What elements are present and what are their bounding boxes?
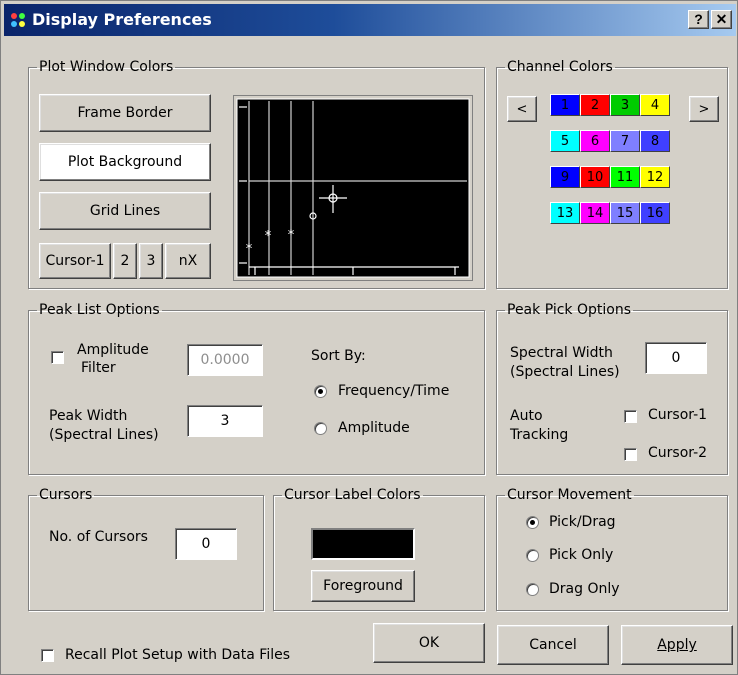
pick-drag-label: Pick/Drag [549,514,616,530]
channel-color-swatch-1[interactable]: 1 [550,94,580,116]
cursors-legend: Cursors [39,487,93,503]
plot-window-colors-legend: Plot Window Colors [39,59,174,75]
channel-color-swatch-2[interactable]: 2 [580,94,610,116]
frame-border-button[interactable]: Frame Border [39,94,211,132]
spectral-width-input[interactable]: 0 [645,342,707,374]
spectral-width-label-2: (Spectral Lines) [510,364,620,380]
plot-preview: * * * [233,95,473,281]
ok-button[interactable]: OK [373,623,485,663]
channel-colors-legend: Channel Colors [507,59,613,75]
grid-lines-button[interactable]: Grid Lines [39,192,211,230]
channel-prev-button[interactable]: < [507,96,537,122]
pick-drag-radio[interactable] [526,516,539,529]
auto-tracking-cursor1-checkbox[interactable] [624,410,637,423]
sort-amplitude-radio[interactable] [314,422,327,435]
cursor-label-color-swatch [311,528,415,560]
channel-color-swatch-15[interactable]: 15 [610,202,640,224]
close-button[interactable]: ✕ [711,10,732,29]
svg-text:*: * [288,228,295,243]
cursor-2-color-button[interactable]: 2 [113,243,137,279]
recall-plot-setup-label: Recall Plot Setup with Data Files [65,647,291,663]
cancel-button[interactable]: Cancel [497,625,609,665]
pick-only-label: Pick Only [549,547,614,563]
cursor-count-label: No. of Cursors [49,529,148,545]
amplitude-filter-label-2: Filter [81,360,116,376]
channel-next-button[interactable]: > [689,96,719,122]
cursor-3-color-button[interactable]: 3 [139,243,163,279]
help-button[interactable]: ? [688,10,709,29]
channel-color-swatch-13[interactable]: 13 [550,202,580,224]
channel-color-swatch-11[interactable]: 11 [610,166,640,188]
auto-tracking-label-2: Tracking [510,427,569,443]
drag-only-radio[interactable] [526,583,539,596]
channel-color-swatch-4[interactable]: 4 [640,94,670,116]
sort-by-label: Sort By: [311,348,366,364]
apply-button[interactable]: Apply [621,625,733,665]
channel-color-swatch-7[interactable]: 7 [610,130,640,152]
window-title: Display Preferences [32,10,212,29]
channel-color-swatch-9[interactable]: 9 [550,166,580,188]
recall-plot-setup-checkbox[interactable] [41,649,54,662]
sort-amplitude-label: Amplitude [338,420,410,436]
title-bar[interactable]: Display Preferences ? ✕ [4,4,736,36]
channel-color-swatch-14[interactable]: 14 [580,202,610,224]
cursor-nx-color-button[interactable]: nX [165,243,211,279]
peak-width-label-2: (Spectral Lines) [49,427,159,443]
sort-frequency-radio[interactable] [314,385,327,398]
auto-tracking-label-1: Auto [510,408,543,424]
channel-color-swatch-5[interactable]: 5 [550,130,580,152]
display-preferences-dialog: Display Preferences ? ✕ Plot Window Colo… [0,0,738,675]
channel-color-swatch-10[interactable]: 10 [580,166,610,188]
channel-color-swatch-3[interactable]: 3 [610,94,640,116]
auto-tracking-cursor2-label: Cursor-2 [648,445,708,461]
cursor-label-colors-legend: Cursor Label Colors [284,487,421,503]
drag-only-label: Drag Only [549,581,620,597]
amplitude-filter-input[interactable]: 0.0000 [187,344,263,376]
sort-frequency-label: Frequency/Time [338,383,450,399]
amplitude-filter-checkbox[interactable] [51,351,64,364]
peak-pick-options-legend: Peak Pick Options [507,302,631,318]
app-icon [11,13,25,27]
channel-color-swatch-8[interactable]: 8 [640,130,670,152]
cursor-movement-legend: Cursor Movement [507,487,632,503]
amplitude-filter-label-1: Amplitude [77,342,149,358]
auto-tracking-cursor1-label: Cursor-1 [648,407,708,423]
cursor-count-input[interactable]: 0 [175,528,237,560]
foreground-button[interactable]: Foreground [311,570,415,602]
spectral-width-label-1: Spectral Width [510,345,613,361]
cursor-1-color-button[interactable]: Cursor-1 [39,243,111,279]
auto-tracking-cursor2-checkbox[interactable] [624,448,637,461]
channel-color-swatch-12[interactable]: 12 [640,166,670,188]
peak-width-label-1: Peak Width [49,408,128,424]
svg-text:*: * [265,229,272,244]
channel-color-swatch-6[interactable]: 6 [580,130,610,152]
plot-background-button[interactable]: Plot Background [39,143,211,181]
peak-width-input[interactable]: 3 [187,405,263,437]
pick-only-radio[interactable] [526,549,539,562]
peak-list-options-legend: Peak List Options [39,302,160,318]
svg-text:*: * [246,242,253,257]
channel-color-swatch-16[interactable]: 16 [640,202,670,224]
